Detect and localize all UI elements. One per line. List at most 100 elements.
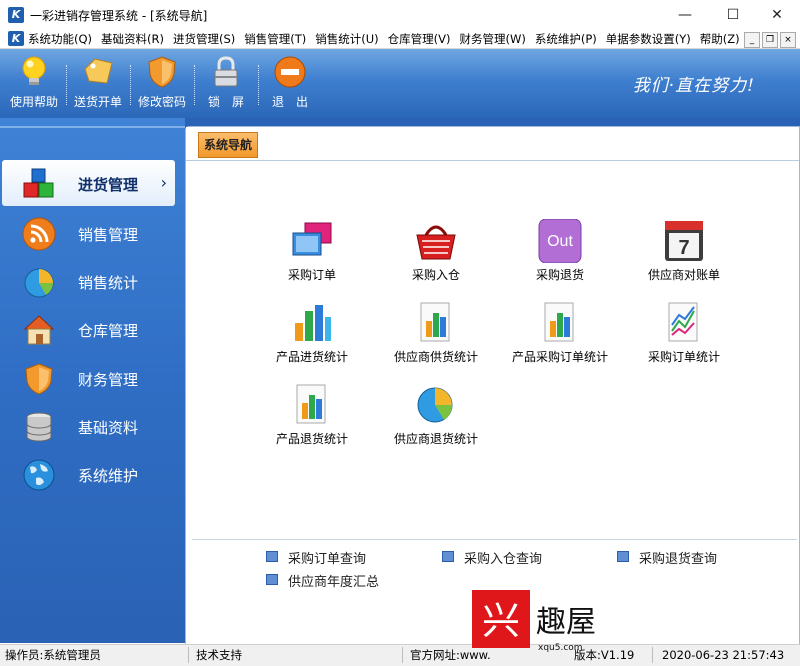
exit-button[interactable]: 退 出 — [262, 55, 318, 115]
status-support: 技术支持 — [196, 648, 242, 662]
out-icon-text: Out — [547, 233, 573, 250]
function-label: 产品退货统计 — [275, 432, 348, 446]
navigation-panel: 系统导航 采购订单 采购入仓 Out 采购退货 7 供应商对账单 产品进货统计 … — [185, 126, 800, 645]
blocks-icon — [23, 168, 54, 198]
function-supplier-supply-stats[interactable]: 供应商供货统计 — [381, 301, 491, 371]
app-logo-icon: K — [8, 7, 24, 23]
tag-icon — [84, 58, 113, 84]
toolbar-divider — [130, 65, 132, 105]
sidebar-item-label: 系统维护 — [78, 467, 139, 485]
function-supplier-return-stats[interactable]: 供应商退货统计 — [381, 383, 491, 453]
sidebar-item-finance[interactable]: 财务管理 — [0, 355, 185, 401]
quick-link-inbound-query[interactable]: 采购入仓查询 — [442, 548, 542, 567]
function-label: 采购订单统计 — [647, 350, 720, 364]
exit-label: 退 出 — [271, 95, 308, 109]
window-icon — [266, 551, 278, 562]
close-button[interactable]: ✕ — [754, 0, 800, 30]
status-datetime: 2020-06-23 21:57:43 — [662, 648, 785, 662]
sidebar: 进货管理 › 销售管理 销售统计 仓库管理 财务管理 基础资料 系统维护 — [0, 118, 185, 643]
function-purchase-return[interactable]: Out 采购退货 — [505, 219, 615, 289]
minimize-button[interactable]: — — [662, 0, 708, 30]
sidebar-item-label: 销售管理 — [78, 226, 139, 244]
report-chart-icon — [296, 384, 326, 424]
menu-help[interactable]: 帮助(Z) — [700, 30, 740, 48]
tab-system-navigation[interactable]: 系统导航 — [198, 132, 258, 158]
window-icon — [442, 551, 454, 562]
function-po-stats[interactable]: 采购订单统计 — [629, 301, 739, 371]
menu-maintenance[interactable]: 系统维护(P) — [535, 30, 597, 48]
function-supplier-statement[interactable]: 7 供应商对账单 — [629, 219, 739, 289]
lock-screen-label: 锁 屏 — [207, 95, 244, 109]
function-product-return-stats[interactable]: 产品退货统计 — [257, 383, 367, 453]
menu-finance[interactable]: 财务管理(W) — [460, 30, 526, 48]
sidebar-item-label: 销售统计 — [78, 274, 139, 292]
menu-purchase[interactable]: 进货管理(S) — [173, 30, 235, 48]
help-button[interactable]: 使用帮助 — [6, 55, 62, 115]
main-frame: 系统导航 采购订单 采购入仓 Out 采购退货 7 供应商对账单 产品进货统计 … — [185, 118, 800, 645]
quick-link-label: 采购退货查询 — [639, 552, 718, 567]
function-label: 产品采购订单统计 — [511, 350, 608, 364]
status-divider — [652, 647, 653, 663]
function-purchase-order[interactable]: 采购订单 — [257, 219, 367, 289]
house-icon — [23, 315, 55, 345]
mdi-minimize-button[interactable]: _ — [744, 32, 760, 48]
tab-strip: 系统导航 — [186, 127, 799, 161]
calendar-icon: 7 — [665, 221, 703, 261]
status-divider — [188, 647, 189, 663]
mdi-close-button[interactable]: × — [780, 32, 796, 48]
purchase-order-icon — [292, 222, 332, 256]
title-bar: K 一彩进销存管理系统 - [系统导航] — ☐ ✕ — [0, 0, 800, 30]
delivery-order-label: 送货开单 — [73, 95, 122, 109]
menu-warehouse[interactable]: 仓库管理(V) — [388, 30, 451, 48]
function-label: 供应商供货统计 — [393, 350, 478, 364]
menu-sales[interactable]: 销售管理(T) — [244, 30, 306, 48]
function-label: 供应商退货统计 — [393, 432, 478, 446]
function-purchase-inbound[interactable]: 采购入仓 — [381, 219, 491, 289]
database-icon — [26, 412, 52, 442]
status-operator: 操作员:系统管理员 — [5, 648, 101, 662]
change-password-button[interactable]: 修改密码 — [134, 55, 190, 115]
lock-screen-button[interactable]: 锁 屏 — [198, 55, 254, 115]
watermark-logo-char: 兴 — [482, 599, 520, 643]
menu-doc-params[interactable]: 单据参数设置(Y) — [606, 30, 691, 48]
sidebar-item-sales-stats[interactable]: 销售统计 — [0, 258, 185, 304]
bar-chart-icon — [295, 305, 331, 341]
report-chart-icon — [420, 302, 450, 342]
shield-icon — [148, 56, 176, 88]
sidebar-item-label: 进货管理 — [78, 176, 139, 194]
mdi-restore-button[interactable]: ❐ — [762, 32, 778, 48]
watermark-text: 趣屋 — [536, 605, 596, 640]
function-product-purchase-stats[interactable]: 产品进货统计 — [257, 301, 367, 371]
sidebar-item-warehouse[interactable]: 仓库管理 — [0, 306, 185, 352]
padlock-icon — [214, 56, 238, 87]
exit-icon — [274, 56, 306, 88]
delivery-order-button[interactable]: 送货开单 — [70, 55, 126, 115]
sidebar-item-purchase[interactable]: 进货管理 › — [2, 160, 175, 206]
lightbulb-icon — [22, 56, 46, 85]
sidebar-item-sales[interactable]: 销售管理 — [0, 210, 185, 256]
toolbar-divider — [66, 65, 68, 105]
quick-link-supplier-annual[interactable]: 供应商年度汇总 — [266, 571, 379, 590]
pie-chart-icon — [24, 268, 54, 298]
sidebar-item-basic-data[interactable]: 基础资料 — [0, 403, 185, 449]
function-label: 产品进货统计 — [275, 350, 348, 364]
section-divider — [192, 539, 797, 540]
menu-basic-data[interactable]: 基础资料(R) — [101, 30, 164, 48]
quick-link-return-query[interactable]: 采购退货查询 — [617, 548, 717, 567]
maximize-button[interactable]: ☐ — [710, 0, 756, 30]
menu-sales-stats[interactable]: 销售统计(U) — [315, 30, 378, 48]
sidebar-item-maintenance[interactable]: 系统维护 — [0, 451, 185, 497]
quick-link-po-query[interactable]: 采购订单查询 — [266, 548, 366, 567]
line-chart-icon — [668, 302, 698, 342]
menu-system[interactable]: 系统功能(Q) — [28, 30, 92, 48]
mdi-app-icon[interactable]: K — [8, 31, 24, 46]
quick-link-label: 采购订单查询 — [288, 552, 367, 567]
function-label: 供应商对账单 — [647, 268, 720, 282]
report-chart-icon — [544, 302, 574, 342]
function-label: 采购订单 — [287, 268, 336, 282]
function-product-po-stats[interactable]: 产品采购订单统计 — [505, 301, 615, 371]
status-bar: 操作员:系统管理员 技术支持 官方网址:www. 版本:V1.19 2020-0… — [0, 644, 800, 666]
quick-link-label: 供应商年度汇总 — [288, 575, 380, 590]
toolbar-divider — [194, 65, 196, 105]
window-icon — [617, 551, 629, 562]
